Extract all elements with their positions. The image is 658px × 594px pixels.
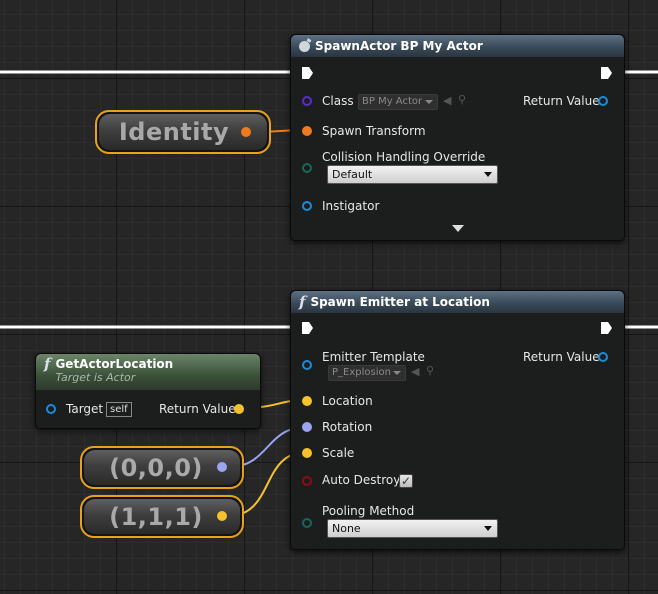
spawn-transform-label: Spawn Transform: [322, 124, 426, 138]
bomb-icon: [299, 40, 310, 52]
arrow-left-icon[interactable]: ◀: [443, 94, 451, 107]
zero-vector-out-pin[interactable]: [217, 462, 227, 472]
arrow-left-icon[interactable]: ◀: [411, 365, 419, 378]
rotation-label: Rotation: [322, 420, 373, 434]
scale-pin[interactable]: [302, 448, 312, 458]
spawn-actor-return-label: Return Value: [523, 94, 600, 108]
chevron-down-icon: [425, 100, 433, 104]
instigator-pin[interactable]: [302, 201, 312, 211]
class-label: Class: [322, 94, 354, 108]
collision-pin[interactable]: [302, 163, 312, 173]
get-actor-location-title: GetActorLocation: [55, 357, 174, 371]
one-vector-label: (1,1,1): [109, 502, 203, 531]
function-icon: f: [299, 292, 306, 311]
emitter-template-label: Emitter Template: [322, 350, 425, 364]
class-selector[interactable]: BP My Actor: [358, 94, 438, 110]
chevron-down-icon: [484, 172, 492, 177]
get-actor-location-header[interactable]: f GetActorLocation Target is Actor: [36, 354, 260, 390]
spawn-emitter-title: Spawn Emitter at Location: [310, 295, 490, 309]
spawn-emitter-return-pin[interactable]: [598, 352, 608, 362]
pooling-dropdown[interactable]: None: [327, 519, 498, 538]
rotation-pin[interactable]: [302, 422, 312, 432]
emitter-template-pin[interactable]: [302, 360, 312, 370]
spawn-emitter-return-label: Return Value: [523, 350, 600, 364]
auto-destroy-checkbox[interactable]: ✓: [399, 474, 413, 488]
pooling-label: Pooling Method: [322, 504, 415, 518]
collision-label: Collision Handling Override: [322, 150, 486, 164]
function-icon: f: [44, 355, 51, 373]
collision-dropdown[interactable]: Default: [327, 165, 498, 184]
get-actor-location-return-pin[interactable]: [234, 404, 244, 414]
spawn-actor-header[interactable]: SpawnActor BP My Actor: [291, 35, 624, 57]
scale-label: Scale: [322, 446, 355, 460]
auto-destroy-pin[interactable]: [302, 476, 312, 486]
class-pin[interactable]: [302, 96, 312, 106]
get-actor-location-return-label: Return Value: [159, 402, 236, 416]
search-icon[interactable]: ⚲: [426, 364, 434, 377]
chevron-down-icon: [484, 526, 492, 531]
target-label: Target: [66, 402, 104, 416]
spawn-emitter-header[interactable]: f Spawn Emitter at Location: [291, 291, 624, 313]
spawn-actor-return-pin[interactable]: [598, 96, 608, 106]
instigator-label: Instigator: [322, 199, 380, 213]
location-label: Location: [322, 394, 373, 408]
get-actor-location-node[interactable]: f GetActorLocation Target is Actor: [35, 353, 261, 429]
auto-destroy-label: Auto Destroy: [322, 473, 401, 487]
pooling-pin[interactable]: [302, 518, 312, 528]
spawn-transform-pin[interactable]: [302, 126, 312, 136]
target-self-value[interactable]: self: [106, 402, 132, 417]
search-icon[interactable]: ⚲: [458, 93, 466, 106]
get-actor-location-subtitle: Target is Actor: [55, 371, 136, 384]
emitter-template-selector[interactable]: P_Explosion: [328, 365, 406, 381]
location-pin[interactable]: [302, 396, 312, 406]
chevron-down-icon: [393, 371, 401, 375]
identity-label: Identity: [118, 118, 230, 146]
zero-vector-label: (0,0,0): [109, 453, 203, 482]
target-pin[interactable]: [46, 404, 56, 414]
expand-advanced-icon[interactable]: [452, 225, 464, 232]
one-vector-out-pin[interactable]: [217, 511, 227, 521]
identity-out-pin[interactable]: [241, 127, 251, 137]
spawn-actor-title: SpawnActor BP My Actor: [315, 39, 483, 53]
